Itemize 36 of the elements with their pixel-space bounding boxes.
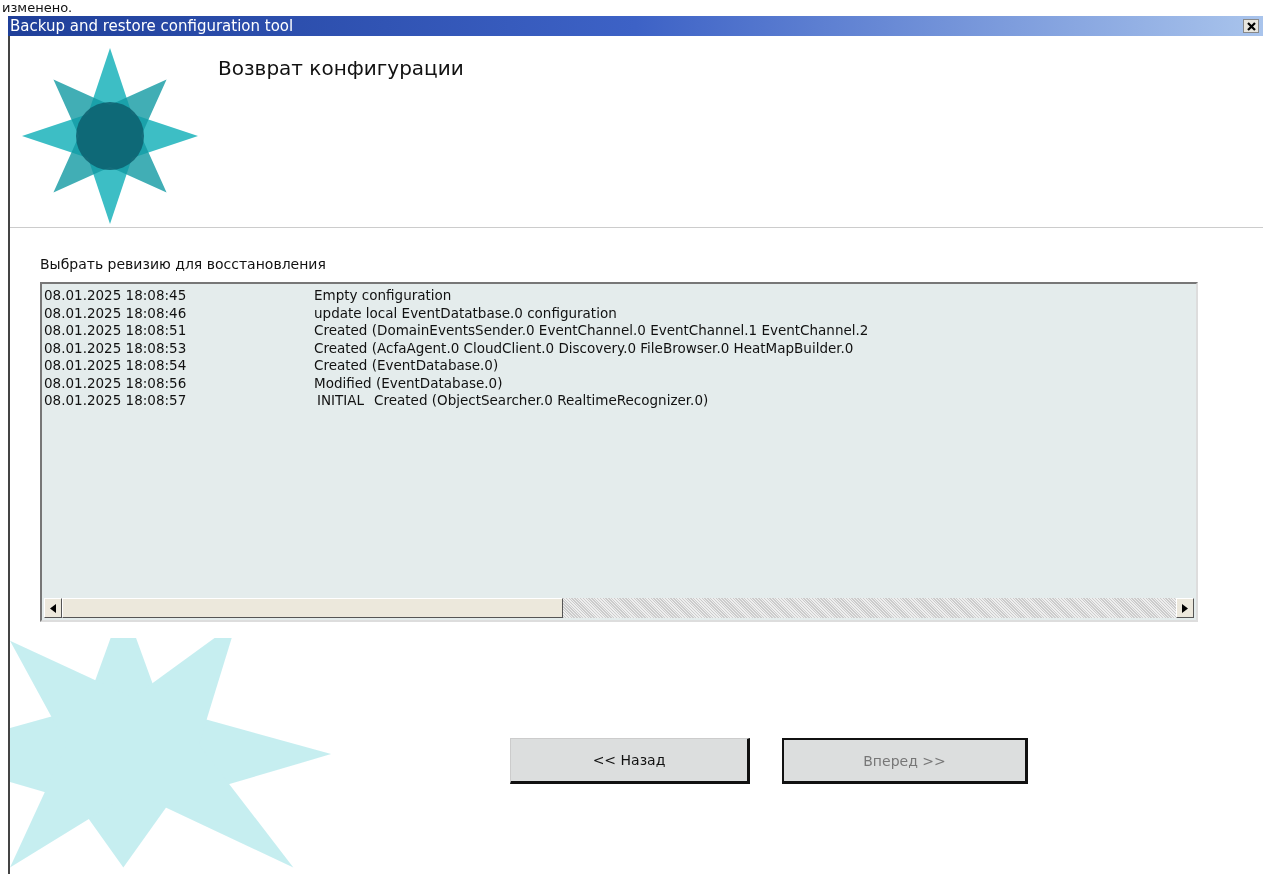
scroll-thumb[interactable] (62, 598, 564, 618)
window-title: Backup and restore configuration tool (9, 17, 294, 35)
left-arrow-icon (50, 603, 56, 613)
revision-description: Modified (EventDatabase.0) (314, 374, 503, 392)
scroll-left-button[interactable] (44, 598, 62, 618)
list-label: Выбрать ревизию для восстановления (40, 256, 327, 272)
revision-time: 08.01.2025 18:08:53 (44, 339, 188, 357)
revision-description: Created (DomainEventsSender.0 EventChannel.0 EventChannel.1 EventChannel.2 (314, 322, 869, 340)
horizontal-scrollbar[interactable] (44, 598, 1194, 618)
revision-time: 08.01.2025 18:08:46 (44, 304, 188, 322)
revision-time: 08.01.2025 18:08:45 (44, 287, 188, 305)
close-button[interactable] (1243, 19, 1259, 33)
back-button[interactable]: << Назад (510, 738, 750, 784)
revision-description: Created (ObjectSearcher.0 RealtimeRecognizer.0) (374, 392, 709, 410)
page-title: Возврат конфигурации (218, 56, 464, 80)
revision-description: Empty configuration (314, 287, 452, 305)
revision-list[interactable] (40, 282, 1198, 622)
revision-description: Created (EventDatabase.0) (314, 357, 499, 375)
revision-row[interactable]: 08.01.2025 18:08:51 Created (DomainEventsSender.0 EventChannel.0 EventChannel.1 EventChannel.2 (44, 322, 1194, 340)
revision-time: 08.01.2025 18:08:57 (44, 392, 188, 410)
revision-tag: INITIAL (317, 392, 365, 410)
note-text: изменено. (1, 0, 74, 16)
right-arrow-icon (1182, 603, 1188, 613)
revision-row[interactable]: 08.01.2025 18:08:53 Created (AcfaAgent.0 CloudClient.0 Discovery.0 FileBrowser.0 HeatMapBuilder.0 (44, 339, 1194, 357)
revision-description: Created (AcfaAgent.0 CloudClient.0 Discovery.0 FileBrowser.0 HeatMapBuilder.0 (314, 339, 854, 357)
revision-time: 08.01.2025 18:08:51 (44, 322, 188, 340)
revision-row[interactable]: 08.01.2025 18:08:57 INITIAL Created (ObjectSearcher.0 RealtimeRecognizer.0) (44, 392, 1194, 410)
close-icon (1246, 21, 1256, 31)
revision-row[interactable]: 08.01.2025 18:08:56 Modified (EventDatabase.0) (44, 374, 1194, 392)
revision-description: update local EventDatatbase.0 configuration (314, 304, 617, 322)
revision-time: 08.01.2025 18:08:54 (44, 357, 188, 375)
scroll-right-button[interactable] (1176, 598, 1194, 618)
revision-time: 08.01.2025 18:08:56 (44, 374, 188, 392)
revision-row[interactable]: 08.01.2025 18:08:46 update local EventDatatbase.0 configuration (44, 304, 1194, 322)
revision-row[interactable]: 08.01.2025 18:08:54 Created (EventDatabase.0) (44, 357, 1194, 375)
revision-row[interactable]: 08.01.2025 18:08:45 Empty configuration (44, 287, 1194, 305)
